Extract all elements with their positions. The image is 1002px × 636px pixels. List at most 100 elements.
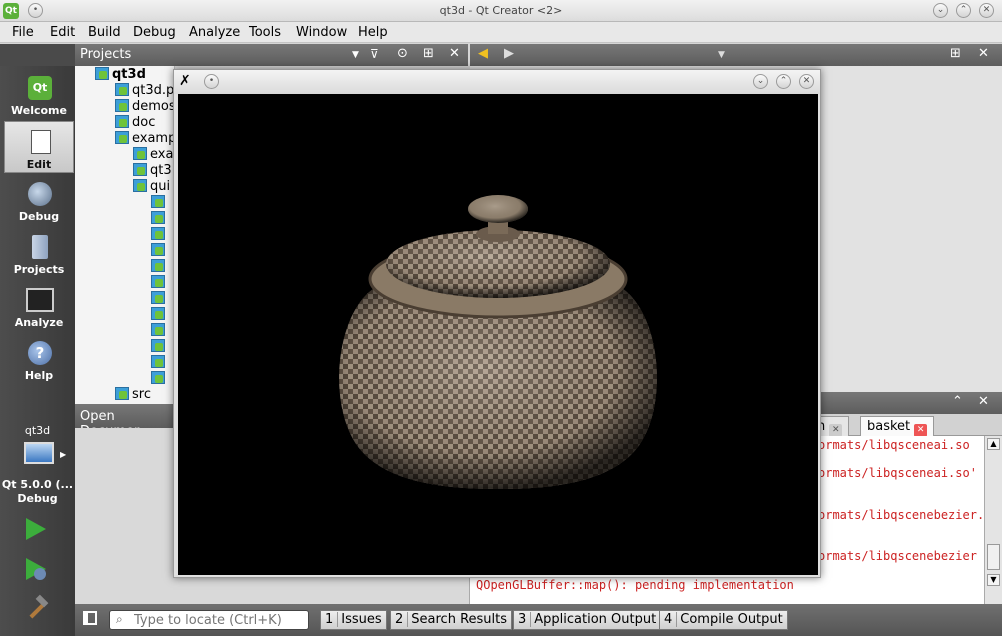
close-editor-icon[interactable]: ✕ <box>978 46 989 61</box>
qt-file-icon <box>151 355 165 368</box>
tree-item-child[interactable] <box>151 355 168 371</box>
qt-folder-icon <box>115 131 129 144</box>
menu-help[interactable]: Help <box>358 25 388 40</box>
tree-item-child[interactable] <box>151 243 168 259</box>
tree-item-doc[interactable]: doc <box>115 115 155 131</box>
tree-item-child[interactable] <box>151 275 168 291</box>
build-hammer-icon[interactable] <box>28 594 49 619</box>
close-window-button[interactable]: ✕ <box>799 74 814 89</box>
kit-config: Debug <box>17 492 58 505</box>
opengl-window[interactable]: ✗ • ⌄ ⌃ ✕ <box>173 69 821 578</box>
maximize-button[interactable]: ⌃ <box>956 3 971 18</box>
tree-item-src[interactable]: src <box>115 387 151 403</box>
tree-item-pro[interactable]: qt3d.p <box>115 83 174 99</box>
split-icon[interactable]: ⊞ <box>423 46 434 61</box>
window-title: qt3d - Qt Creator <2> <box>439 4 563 17</box>
scroll-thumb[interactable] <box>987 544 1000 570</box>
menu-debug[interactable]: Debug <box>133 25 176 40</box>
tree-item-child[interactable] <box>151 323 168 339</box>
close-window-button[interactable]: ✕ <box>979 3 994 18</box>
basket-body <box>339 289 657 489</box>
qt-folder-icon <box>133 147 147 160</box>
qt-folder-icon <box>115 99 129 112</box>
maximize-pane-icon[interactable]: ⌃ <box>952 394 963 409</box>
mode-analyze[interactable]: Analyze <box>4 280 74 332</box>
document-selector-chevron-icon[interactable]: ▼ <box>718 50 725 60</box>
menu-file[interactable]: File <box>12 25 34 40</box>
output-line: ormats/libqsceneai.so <box>818 438 970 452</box>
split-editor-icon[interactable]: ⊞ <box>950 46 961 61</box>
menu-window[interactable]: Window <box>296 25 347 40</box>
tree-item-exa[interactable]: exa <box>133 147 173 163</box>
qt-folder-icon <box>133 163 147 176</box>
back-arrow-icon[interactable]: ◀ <box>478 46 488 61</box>
tree-item-child[interactable] <box>151 371 168 387</box>
tree-item-child[interactable] <box>151 259 168 275</box>
folder-icon <box>32 235 48 259</box>
tree-item-qt3[interactable]: qt3 <box>133 163 172 179</box>
mode-debug[interactable]: Debug <box>4 174 74 226</box>
render-viewport[interactable] <box>178 94 818 575</box>
output-tab-basket[interactable]: basket ✕ <box>860 416 935 437</box>
mode-welcome[interactable]: Qt Welcome <box>4 68 74 120</box>
maximize-button[interactable]: ⌃ <box>776 74 791 89</box>
tab-issues[interactable]: 1 Issues <box>320 610 387 630</box>
output-line: QOpenGLBuffer::map(): pending implementa… <box>476 578 794 592</box>
filter-icon[interactable]: ⊽ <box>370 47 379 61</box>
tree-item-examples[interactable]: examp <box>115 131 174 147</box>
menu-bar: File Edit Build Debug Analyze Tools Wind… <box>0 22 1002 43</box>
opengl-window-titlebar[interactable]: ✗ • ⌄ ⌃ ✕ <box>174 70 820 94</box>
tree-item-child[interactable] <box>151 339 168 355</box>
kit-selector[interactable]: qt3d ▶ Qt 5.0.0 (... Debug <box>0 422 75 508</box>
qt-file-icon <box>151 259 165 272</box>
close-pane-icon[interactable]: ✕ <box>978 394 989 409</box>
qt-file-icon <box>151 291 165 304</box>
tree-item-child[interactable] <box>151 195 168 211</box>
forward-arrow-icon[interactable]: ▶ <box>504 46 514 61</box>
mode-help[interactable]: ? Help <box>4 333 74 385</box>
qt-folder-icon <box>115 387 129 400</box>
locator-field[interactable]: ⌕ <box>109 610 309 630</box>
tree-item-demos[interactable]: demos <box>115 99 174 115</box>
sync-link-icon[interactable]: ⊙ <box>397 46 408 61</box>
menu-build[interactable]: Build <box>88 25 121 40</box>
qt-file-icon <box>151 339 165 352</box>
mode-projects[interactable]: Projects <box>4 227 74 279</box>
locator-input[interactable] <box>134 612 304 628</box>
tree-item-child[interactable] <box>151 307 168 323</box>
panel-selector-chevron-icon[interactable]: ▼ <box>352 50 359 60</box>
search-icon: ⌕ <box>116 612 123 626</box>
qt-file-icon <box>151 195 165 208</box>
qt-logo-icon: Qt <box>28 76 52 100</box>
qt-file-icon <box>151 275 165 288</box>
qt-file-icon <box>151 307 165 320</box>
run-button[interactable] <box>26 518 46 540</box>
tree-item-child[interactable] <box>151 211 168 227</box>
project-tree[interactable]: qt3d qt3d.p demos doc examp exa qt3 qui … <box>75 66 175 404</box>
window-menu-button[interactable]: • <box>204 74 219 89</box>
minimize-button[interactable]: ⌄ <box>933 3 948 18</box>
qt-file-icon <box>151 211 165 224</box>
tab-search-results[interactable]: 2 Search Results <box>390 610 513 630</box>
menu-edit[interactable]: Edit <box>50 25 75 40</box>
qt-file-icon <box>151 227 165 240</box>
tree-item-qui[interactable]: qui <box>133 179 170 195</box>
tree-item-child[interactable] <box>151 291 168 307</box>
toggle-sidebar-icon[interactable] <box>83 611 97 625</box>
question-icon: ? <box>28 341 52 365</box>
tree-item-qt3d[interactable]: qt3d <box>95 67 146 83</box>
close-panel-icon[interactable]: ✕ <box>449 46 460 61</box>
output-scrollbar[interactable]: ▲ ▼ <box>984 436 1002 604</box>
scroll-down-icon[interactable]: ▼ <box>987 574 1000 586</box>
tools-icon[interactable]: ✗ <box>179 73 191 89</box>
title-bar: Qt • qt3d - Qt Creator <2> ⌄ ⌃ ✕ <box>0 0 1002 22</box>
output-line: ormats/libqscenebezier. <box>818 508 984 522</box>
menu-analyze[interactable]: Analyze <box>189 25 240 40</box>
tab-compile-output[interactable]: 4 Compile Output <box>659 610 788 630</box>
minimize-button[interactable]: ⌄ <box>753 74 768 89</box>
tab-application-output[interactable]: 3 Application Output <box>513 610 662 630</box>
scroll-up-icon[interactable]: ▲ <box>987 438 1000 450</box>
menu-tools[interactable]: Tools <box>249 25 281 40</box>
tree-item-child[interactable] <box>151 227 168 243</box>
mode-edit[interactable]: Edit <box>4 121 74 173</box>
